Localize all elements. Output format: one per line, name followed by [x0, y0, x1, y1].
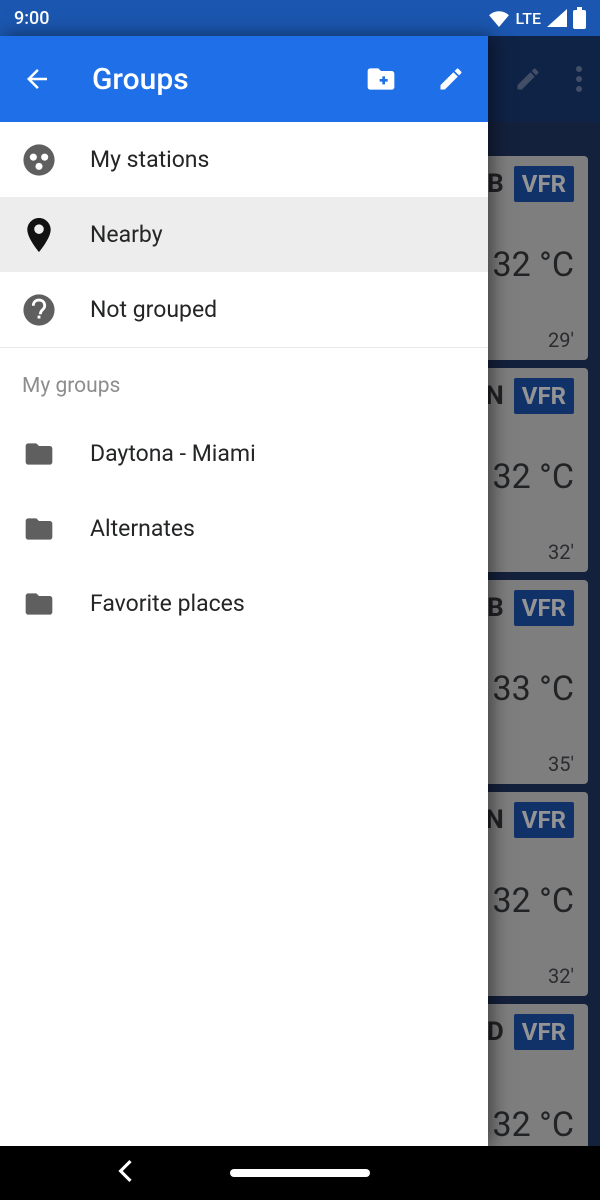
location-pin-icon — [22, 218, 56, 252]
item-label: Not grouped — [90, 296, 217, 323]
folder-plus-icon — [365, 63, 397, 95]
folder-icon — [22, 587, 56, 621]
groups-drawer: Groups My stations Nearby Not grouped — [0, 36, 488, 1146]
nav-back-button[interactable] — [116, 1160, 134, 1186]
network-label: LTE — [516, 9, 541, 28]
drawer-appbar: Groups — [0, 36, 488, 122]
nav-home-pill[interactable] — [230, 1169, 370, 1177]
item-label: My stations — [90, 146, 209, 173]
wifi-icon — [488, 9, 510, 27]
group-label: Daytona - Miami — [90, 440, 256, 467]
status-bar: 9:00 LTE — [0, 0, 600, 36]
help-icon — [22, 293, 56, 327]
status-indicators: LTE — [488, 7, 586, 29]
status-time: 9:00 — [14, 8, 49, 29]
new-folder-button[interactable] — [360, 58, 402, 100]
battery-icon — [573, 7, 586, 29]
edit-button[interactable] — [430, 58, 472, 100]
folder-icon — [22, 512, 56, 546]
signal-icon — [547, 9, 567, 27]
group-label: Alternates — [90, 515, 195, 542]
item-label: Nearby — [90, 221, 163, 248]
group-favorite-places[interactable]: Favorite places — [0, 566, 488, 641]
android-nav-bar — [0, 1146, 600, 1200]
drawer-title: Groups — [92, 62, 332, 97]
item-my-stations[interactable]: My stations — [0, 122, 488, 197]
drawer-list: My stations Nearby Not grouped My groups… — [0, 122, 488, 1146]
group-label: Favorite places — [90, 590, 245, 617]
arrow-back-icon — [22, 64, 52, 94]
folder-icon — [22, 437, 56, 471]
item-nearby[interactable]: Nearby — [0, 197, 488, 272]
group-daytona-miami[interactable]: Daytona - Miami — [0, 416, 488, 491]
chevron-left-icon — [116, 1160, 134, 1182]
item-not-grouped[interactable]: Not grouped — [0, 272, 488, 347]
group-alternates[interactable]: Alternates — [0, 491, 488, 566]
back-button[interactable] — [16, 58, 58, 100]
pencil-icon — [437, 65, 465, 93]
section-my-groups: My groups — [0, 348, 488, 416]
stations-icon — [22, 143, 56, 177]
